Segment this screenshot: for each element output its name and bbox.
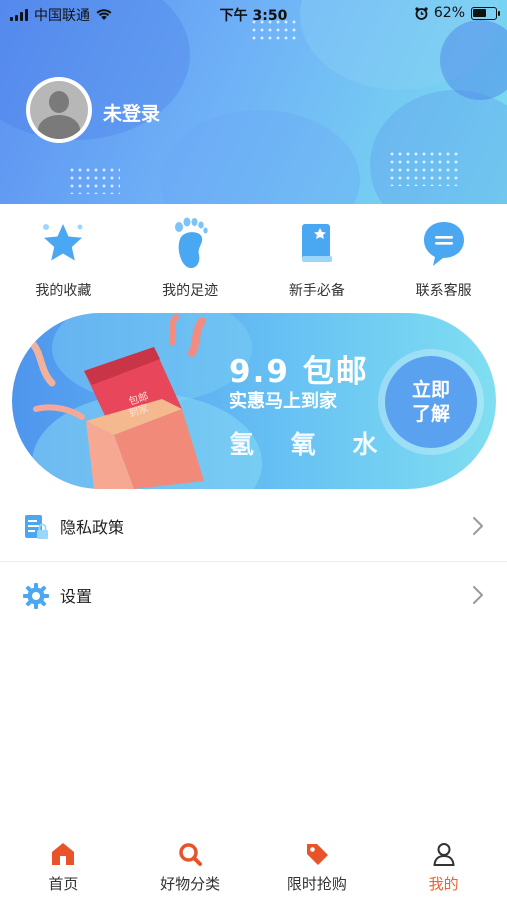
chevron-right-icon bbox=[473, 517, 483, 535]
banner-product: 氢 氧 水 bbox=[229, 430, 392, 459]
menu-item-label: 设置 bbox=[60, 587, 93, 606]
status-bar: 中国联通 下午 3:50 62% bbox=[0, 0, 507, 28]
privacy-document-icon bbox=[25, 515, 48, 539]
tab-label: 首页 bbox=[48, 875, 79, 893]
menu-item-label: 隐私政策 bbox=[60, 518, 125, 537]
chevron-right-icon bbox=[473, 586, 483, 604]
quick-link-customer-service[interactable]: 联系客服 bbox=[380, 215, 507, 305]
footprint-icon bbox=[165, 215, 215, 271]
gift-box-illustration: 包邮 到家 bbox=[28, 314, 206, 489]
tab-label: 我的 bbox=[428, 875, 459, 893]
tab-label: 限时抢购 bbox=[286, 875, 347, 893]
person-icon bbox=[433, 843, 455, 866]
banner-headline: 9.9 包邮 bbox=[229, 354, 369, 390]
quick-link-label: 我的足迹 bbox=[162, 283, 219, 299]
menu-item-privacy-policy[interactable]: 隐私政策 bbox=[0, 493, 507, 559]
price-tag-icon bbox=[306, 844, 328, 865]
battery-icon bbox=[471, 6, 500, 20]
battery-percent: 62% bbox=[433, 5, 465, 21]
quick-link-label: 新手必备 bbox=[288, 283, 345, 299]
tab-flash-sale[interactable]: 限时抢购 bbox=[254, 830, 381, 900]
quick-links: 我的收藏 我的足迹 新手必备 联系客服 bbox=[0, 215, 507, 305]
gear-icon bbox=[23, 583, 49, 609]
menu-item-settings[interactable]: 设置 bbox=[0, 562, 507, 628]
learn-more-line2: 了解 bbox=[411, 403, 450, 425]
quick-link-label: 我的收藏 bbox=[35, 283, 92, 299]
search-icon bbox=[179, 843, 203, 866]
login-status[interactable]: 未登录 bbox=[103, 99, 160, 126]
tab-home[interactable]: 首页 bbox=[0, 830, 127, 900]
home-icon bbox=[52, 843, 75, 865]
quick-link-beginner-guide[interactable]: 新手必备 bbox=[254, 215, 381, 305]
quick-link-favorites[interactable]: 我的收藏 bbox=[0, 215, 127, 305]
quick-link-footprints[interactable]: 我的足迹 bbox=[127, 215, 254, 305]
bottom-tab-bar: 首页 好物分类 限时抢购 我的 bbox=[0, 830, 507, 900]
banner-subline: 实惠马上到家 bbox=[229, 391, 337, 412]
promo-banner[interactable]: 包邮 到家 9.9 包邮 实惠马上到家 氢 氧 水 立即 了解 bbox=[12, 313, 496, 489]
star-icon bbox=[38, 215, 88, 271]
tab-label: 好物分类 bbox=[160, 875, 221, 893]
chat-bubble-icon bbox=[419, 215, 469, 271]
profile-header: 中国联通 下午 3:50 62% 未登录 bbox=[0, 0, 507, 204]
learn-more-button[interactable]: 立即 了解 bbox=[385, 356, 477, 448]
tab-categories[interactable]: 好物分类 bbox=[127, 830, 254, 900]
default-avatar-icon bbox=[30, 81, 88, 139]
quick-link-label: 联系客服 bbox=[415, 283, 472, 299]
avatar[interactable] bbox=[26, 77, 92, 143]
learn-more-line1: 立即 bbox=[411, 379, 450, 401]
tab-mine[interactable]: 我的 bbox=[380, 830, 507, 900]
guide-book-icon bbox=[292, 215, 342, 271]
alarm-icon bbox=[415, 6, 428, 20]
